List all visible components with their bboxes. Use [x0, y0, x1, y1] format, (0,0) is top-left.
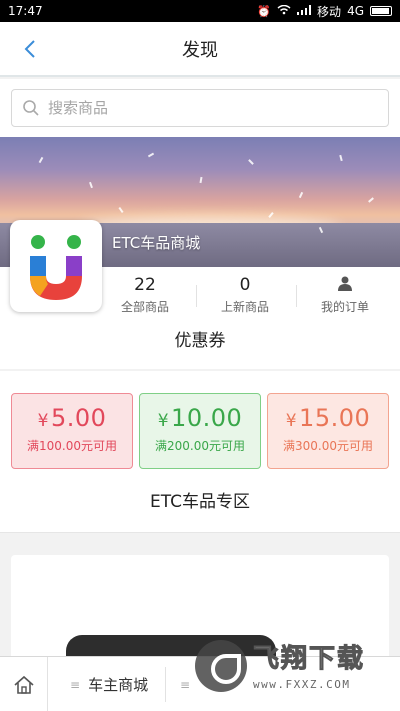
home-icon — [13, 675, 34, 694]
coupon-15[interactable]: ¥15.00 满300.00元可用 — [267, 393, 389, 469]
watermark-url: www.FXXZ.COM — [253, 678, 351, 691]
shop-name: ETC车品商城 — [112, 234, 201, 252]
coupon-condition: 满300.00元可用 — [283, 439, 373, 453]
shop-logo — [10, 220, 102, 312]
network-label: 4G — [347, 4, 364, 18]
stat-my-orders[interactable]: 我的订单 — [300, 275, 390, 315]
stat-label: 全部商品 — [120, 300, 169, 314]
coupon-10[interactable]: ¥10.00 满200.00元可用 — [139, 393, 261, 469]
signal-icon — [297, 4, 312, 18]
divider — [165, 667, 166, 702]
coupon-list: ¥5.00 满100.00元可用 ¥10.00 满200.00元可用 ¥15.0… — [0, 371, 400, 481]
bottom-menu-label: 车主商城 — [88, 676, 149, 694]
coupon-condition: 满100.00元可用 — [27, 439, 117, 453]
status-bar: 17:47 ⏰ 移动 4G — [0, 0, 400, 22]
user-icon — [300, 275, 390, 295]
battery-icon — [370, 6, 392, 16]
bottom-menu-car-mall[interactable]: ≡ 车主商城 — [70, 657, 148, 711]
carrier-label: 移动 — [317, 4, 342, 19]
coupon-amount: ¥15.00 — [285, 404, 371, 432]
stat-new-products[interactable]: 0 上新商品 — [200, 275, 290, 315]
page-title: 发现 — [182, 39, 218, 61]
search-box[interactable] — [11, 89, 389, 127]
back-button[interactable] — [16, 34, 44, 64]
menu-icon: ≡ — [70, 677, 81, 692]
stat-value: 22 — [134, 275, 156, 295]
stat-value: 0 — [239, 275, 251, 295]
coupon-5[interactable]: ¥5.00 满100.00元可用 — [11, 393, 133, 469]
search-icon — [23, 100, 39, 116]
status-icons: ⏰ 移动 4G — [257, 3, 392, 20]
watermark-logo: 飞翔下载 www.FXXZ.COM — [195, 636, 395, 706]
alarm-icon: ⏰ — [257, 4, 272, 18]
wifi-icon — [277, 4, 291, 18]
home-button[interactable] — [0, 657, 48, 711]
menu-icon: ≡ — [180, 677, 191, 692]
coupon-section-title: 优惠券 — [0, 319, 400, 369]
status-time: 17:47 — [8, 4, 43, 18]
watermark-text: 飞翔下载 — [252, 644, 366, 675]
stat-all-products[interactable]: 22 全部商品 — [100, 275, 190, 315]
zone-section-title: ETC车品专区 — [0, 481, 400, 533]
nav-bar: 发现 — [0, 22, 400, 77]
divider — [296, 285, 297, 307]
divider — [196, 285, 197, 307]
chevron-left-icon — [24, 40, 35, 58]
watermark-icon — [195, 640, 247, 692]
coupon-amount: ¥5.00 — [37, 404, 107, 432]
stat-label: 我的订单 — [320, 300, 369, 314]
coupon-amount: ¥10.00 — [157, 404, 243, 432]
search-area — [0, 79, 400, 137]
coupon-condition: 满200.00元可用 — [155, 439, 245, 453]
stat-label: 上新商品 — [220, 300, 269, 314]
search-input[interactable] — [48, 99, 348, 117]
